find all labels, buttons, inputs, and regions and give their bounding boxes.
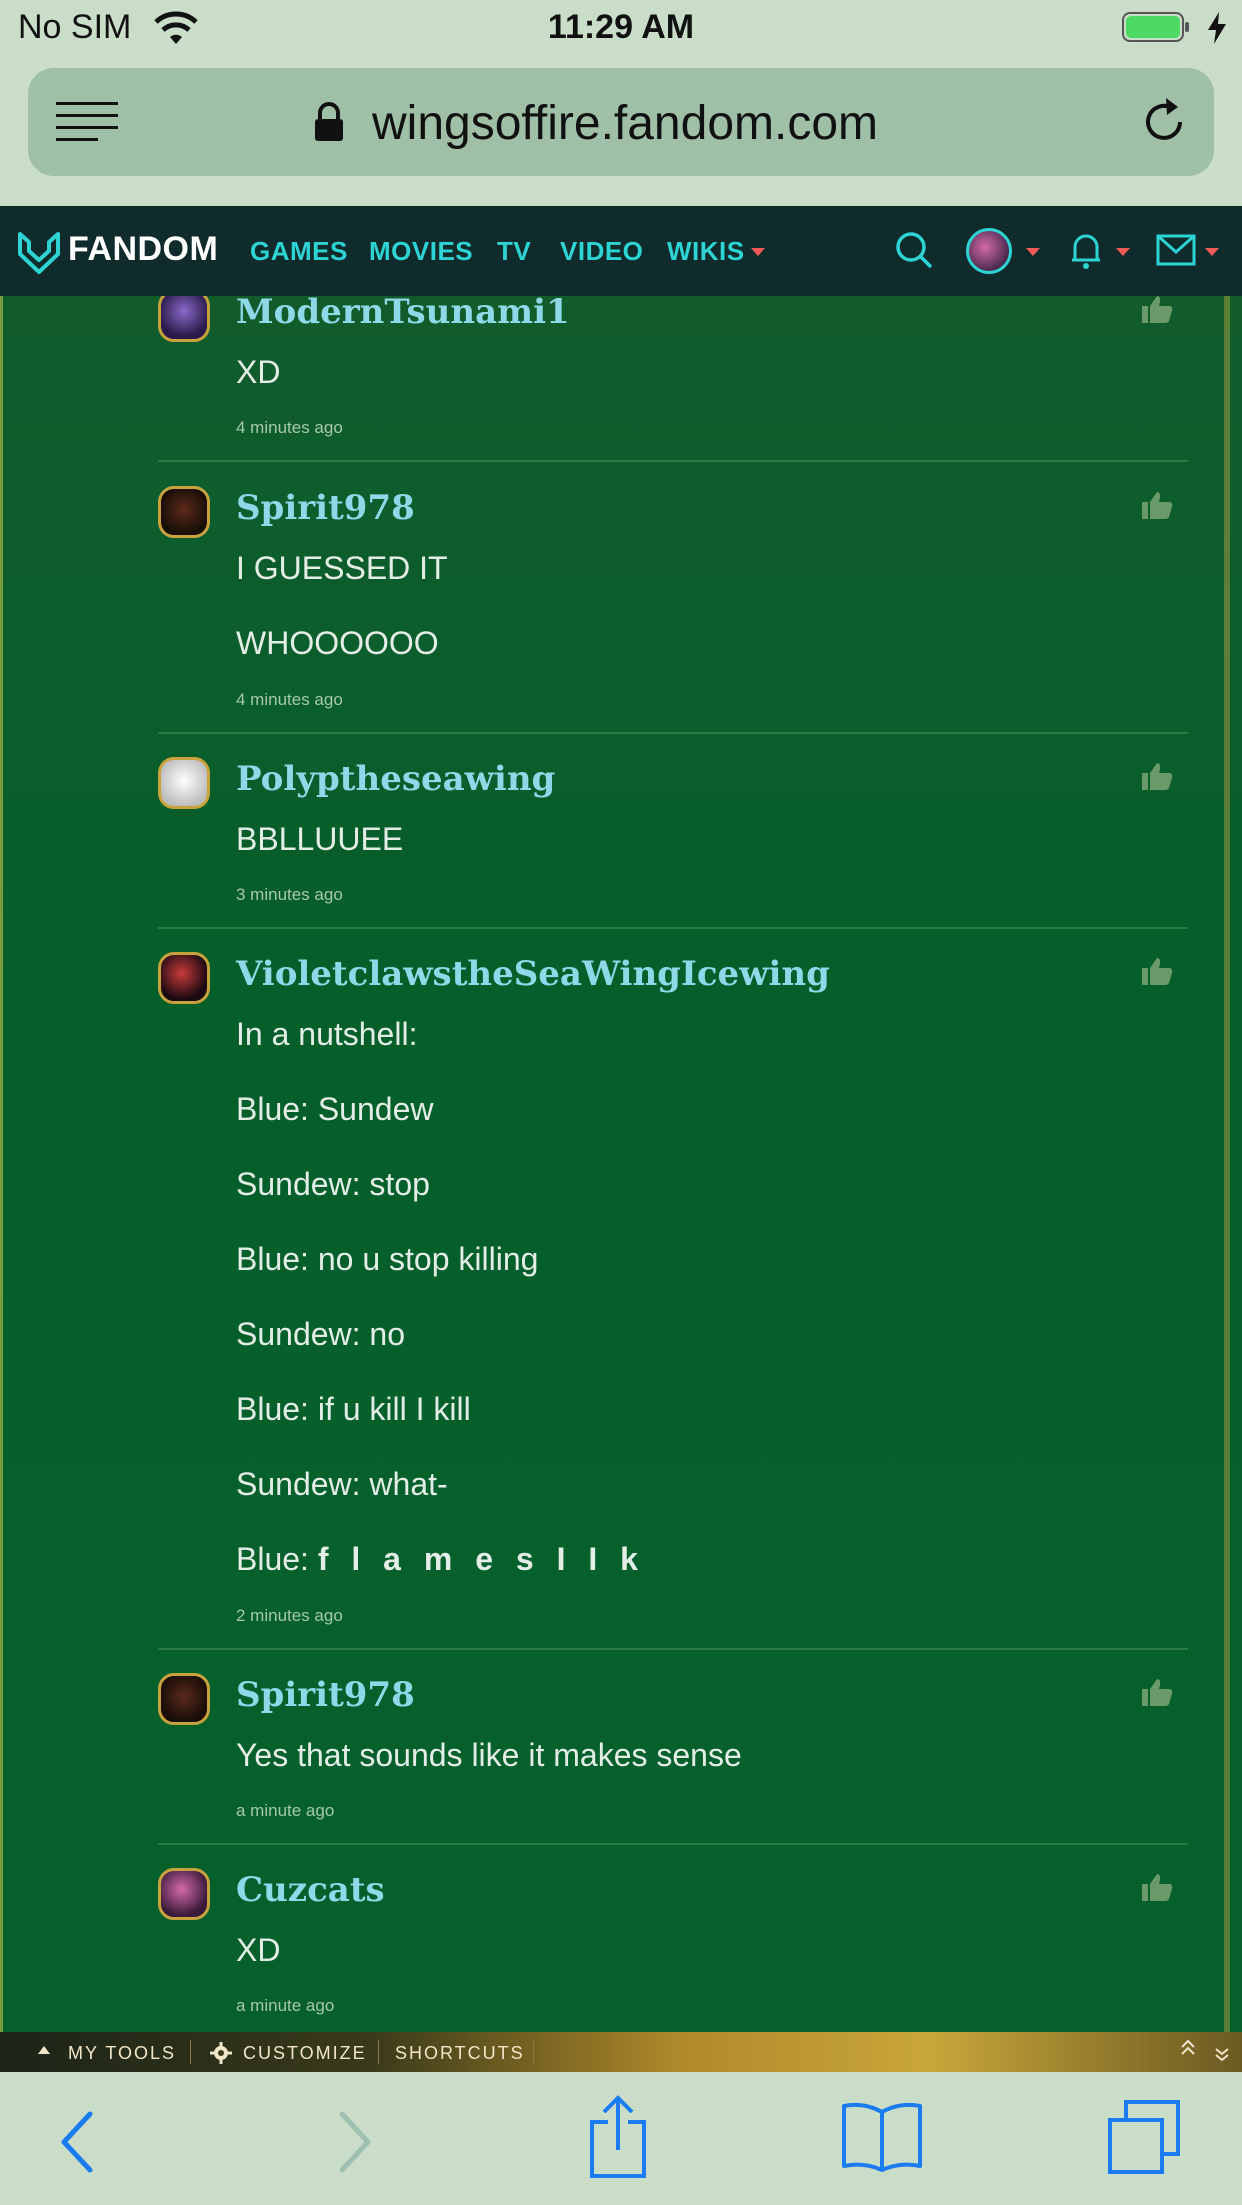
comment-text: XD	[236, 354, 281, 390]
reload-icon[interactable]	[1138, 96, 1190, 148]
forward-icon	[339, 2111, 371, 2173]
comment-text: Yes that sounds like it makes sense	[236, 1737, 742, 1773]
like-icon[interactable]	[1140, 490, 1174, 520]
my-tools-button[interactable]: MY TOOLS	[68, 2043, 176, 2064]
avatar[interactable]	[158, 486, 210, 538]
comment-username[interactable]: ModernTsunami1	[236, 296, 570, 332]
comment-divider	[158, 1648, 1188, 1650]
comment-timestamp[interactable]: 3 minutes ago	[236, 885, 343, 905]
toolbar-separator	[190, 2040, 191, 2064]
comments-section: ModernTsunami1 XD 4 minutes ago Spirit97…	[0, 296, 1242, 2032]
toolbar-expand-icon[interactable]	[38, 2046, 50, 2054]
url-domain[interactable]: wingsoffire.fandom.com	[372, 96, 878, 151]
comment-text: Sundew: no	[236, 1316, 406, 1352]
comment-username[interactable]: Spirit978	[236, 1675, 415, 1715]
comment-divider	[158, 460, 1188, 462]
share-icon[interactable]	[586, 2094, 650, 2180]
address-bar[interactable]: wingsoffire.fandom.com	[28, 68, 1214, 176]
comment-divider	[158, 1843, 1188, 1845]
comment-text: Blue: no u stop killing	[236, 1241, 539, 1277]
comment-username[interactable]: VioletclawstheSeaWingIcewing	[236, 954, 830, 994]
wiki-toolbar: MY TOOLS CUSTOMIZE SHORTCUTS	[0, 2032, 1242, 2072]
nav-wikis[interactable]: WIKIS	[667, 236, 745, 267]
browser-bottom-toolbar	[0, 2072, 1242, 2205]
user-menu-caret-icon[interactable]	[1026, 248, 1040, 256]
comment-timestamp[interactable]: 4 minutes ago	[236, 418, 343, 438]
comment-timestamp[interactable]: 4 minutes ago	[236, 690, 343, 710]
nav-tv[interactable]: TV	[497, 236, 531, 267]
notifications-caret-icon[interactable]	[1116, 248, 1130, 256]
comment-text: Blue: if u kill I kill	[236, 1391, 471, 1427]
gear-icon[interactable]	[210, 2042, 232, 2064]
comment-divider	[158, 927, 1188, 929]
comment-timestamp[interactable]: a minute ago	[236, 1996, 334, 2016]
like-icon[interactable]	[1140, 1872, 1174, 1902]
status-bar: No SIM 11:29 AM	[0, 0, 1242, 56]
tabs-icon[interactable]	[1106, 2098, 1182, 2176]
reader-menu-icon[interactable]	[56, 100, 120, 144]
like-icon[interactable]	[1140, 956, 1174, 986]
nav-movies[interactable]: MOVIES	[369, 236, 473, 267]
scroll-top-icon[interactable]	[1180, 2038, 1196, 2058]
content-edge-left	[0, 296, 3, 2032]
nav-games[interactable]: GAMES	[250, 236, 348, 267]
avatar[interactable]	[158, 1868, 210, 1920]
comment-text: Blue: f l a m e s I I k	[236, 1541, 645, 1578]
like-icon[interactable]	[1140, 1677, 1174, 1707]
user-avatar[interactable]	[966, 228, 1012, 274]
shortcuts-button[interactable]: SHORTCUTS	[395, 2043, 525, 2064]
messages-caret-icon[interactable]	[1205, 248, 1219, 256]
comment-text: BBLLUUEE	[236, 821, 404, 857]
like-icon[interactable]	[1140, 761, 1174, 791]
collapse-toolbar-icon[interactable]	[1214, 2046, 1230, 2062]
fandom-logo-icon[interactable]	[16, 228, 62, 274]
comment-username[interactable]: Spirit978	[236, 488, 415, 528]
avatar[interactable]	[158, 952, 210, 1004]
back-icon[interactable]	[58, 2110, 98, 2174]
notifications-bell-icon[interactable]	[1070, 230, 1102, 270]
comment-timestamp[interactable]: a minute ago	[236, 1801, 334, 1821]
toolbar-separator	[378, 2040, 379, 2064]
browser-address-area: wingsoffire.fandom.com	[0, 56, 1242, 206]
lock-icon	[315, 102, 343, 141]
battery-icon	[1122, 12, 1189, 42]
clock: 11:29 AM	[547, 8, 695, 46]
search-icon[interactable]	[894, 230, 934, 270]
toolbar-separator	[533, 2040, 534, 2064]
fandom-brand[interactable]: FANDOM	[68, 230, 218, 269]
comment-text: Blue: Sundew	[236, 1091, 434, 1127]
comment-text: Sundew: stop	[236, 1166, 430, 1202]
content-edge-right	[1224, 296, 1230, 2032]
customize-button[interactable]: CUSTOMIZE	[243, 2043, 367, 2064]
avatar[interactable]	[158, 757, 210, 809]
comment-text-bold: f l a m e s I I k	[317, 1541, 645, 1577]
comment-timestamp[interactable]: 2 minutes ago	[236, 1606, 343, 1626]
fandom-global-nav: FANDOM GAMES MOVIES TV VIDEO WIKIS	[0, 206, 1242, 296]
comment-text: Sundew: what-	[236, 1466, 448, 1502]
bookmarks-icon[interactable]	[840, 2100, 924, 2174]
comment-text-prefix: Blue:	[236, 1541, 318, 1577]
wikis-dropdown-caret-icon[interactable]	[751, 248, 765, 256]
like-icon[interactable]	[1140, 296, 1174, 324]
comment-username[interactable]: Polyptheseawing	[236, 759, 555, 799]
comment-text: WHOOOOOO	[236, 625, 439, 661]
charging-bolt-icon	[1208, 12, 1226, 44]
comment-divider	[158, 732, 1188, 734]
messages-mail-icon[interactable]	[1156, 234, 1196, 266]
avatar[interactable]	[158, 1673, 210, 1725]
comment-text: XD	[236, 1932, 281, 1968]
comment-text: In a nutshell:	[236, 1016, 418, 1052]
comment-username[interactable]: Cuzcats	[236, 1870, 385, 1910]
nav-video[interactable]: VIDEO	[560, 236, 643, 267]
avatar[interactable]	[158, 296, 210, 342]
comment-text: I GUESSED IT	[236, 550, 448, 586]
